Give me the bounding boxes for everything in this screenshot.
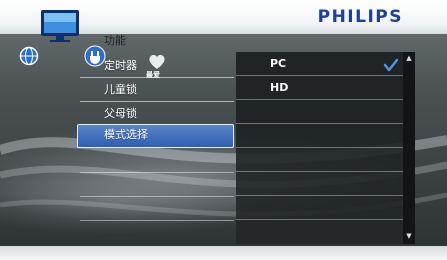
scrollbar[interactable] bbox=[403, 52, 415, 244]
menu-item-label: 儿童锁 bbox=[104, 83, 137, 96]
globe-icon[interactable] bbox=[19, 46, 39, 66]
option-row-empty bbox=[236, 124, 403, 148]
tv-icon bbox=[41, 10, 79, 42]
menu-item-label: 父母锁 bbox=[104, 107, 137, 120]
menu-item-label: 定时器 bbox=[104, 59, 137, 72]
option-row-empty bbox=[236, 196, 403, 220]
tv-menu-screen: PHILIPS 最爱 功能 定时器 儿童锁 父母锁 模式选择 PC HD ▲ ▼ bbox=[0, 0, 447, 260]
brand-logo: PHILIPS bbox=[317, 7, 403, 27]
menu-item-child-lock[interactable]: 儿童锁 bbox=[80, 78, 234, 102]
checkmark-icon bbox=[383, 58, 399, 72]
option-label-hd: HD bbox=[270, 81, 289, 94]
menu-divider bbox=[80, 196, 234, 197]
option-row-empty bbox=[236, 148, 403, 172]
option-row-empty bbox=[236, 172, 403, 196]
menu-item-mode-select[interactable]: 模式选择 bbox=[77, 124, 234, 148]
menu-title: 功能 bbox=[104, 34, 126, 47]
option-row-hd[interactable] bbox=[236, 76, 403, 100]
option-row-pc[interactable] bbox=[236, 52, 403, 76]
scroll-down-icon[interactable]: ▼ bbox=[405, 232, 413, 240]
option-label-pc: PC bbox=[270, 57, 287, 70]
menu-item-label: 模式选择 bbox=[104, 128, 148, 141]
menu-divider bbox=[80, 172, 234, 173]
scroll-up-icon[interactable]: ▲ bbox=[405, 54, 413, 62]
option-row-empty bbox=[236, 100, 403, 124]
menu-item-timer[interactable]: 定时器 bbox=[80, 54, 234, 78]
menu-divider bbox=[80, 220, 234, 221]
menu-item-parental-lock[interactable]: 父母锁 bbox=[80, 102, 234, 126]
bottom-bar bbox=[0, 246, 447, 260]
